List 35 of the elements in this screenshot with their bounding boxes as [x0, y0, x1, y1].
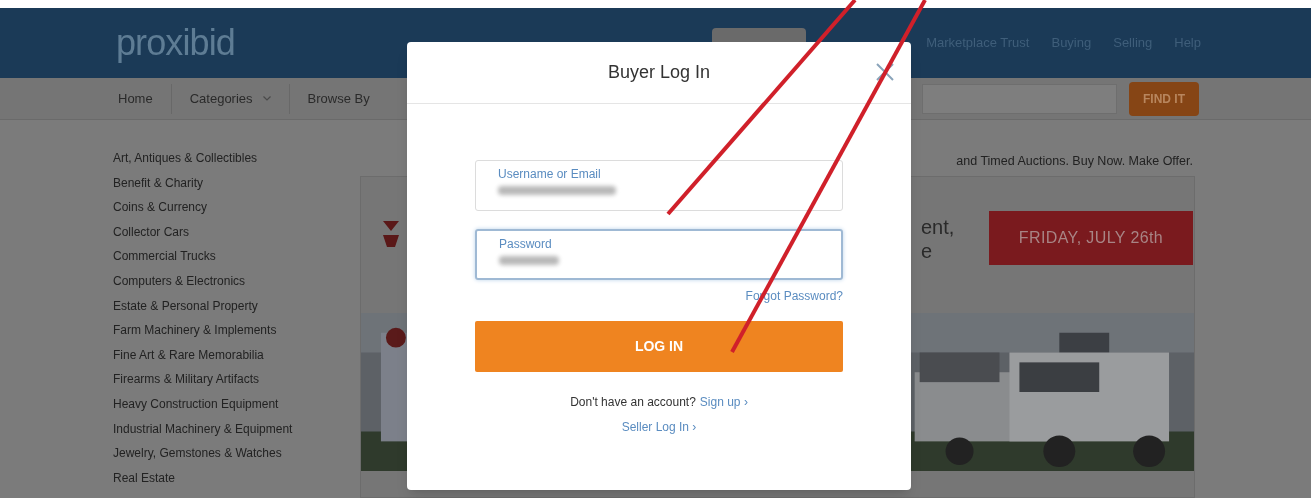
seller-login-link[interactable]: Seller Log In ›	[621, 418, 697, 436]
category-link[interactable]: Collector Cars	[113, 219, 360, 245]
nav-link[interactable]: Categories	[189, 88, 271, 109]
category-link[interactable]: Coins & Currency	[113, 195, 360, 220]
tagline: and Timed Auctions. Buy Now. Make Offer.	[956, 152, 1193, 170]
redacted-value	[499, 256, 559, 265]
headline-text: ent,	[921, 215, 956, 239]
login-button[interactable]: LOG IN	[475, 321, 843, 372]
caret-icon	[262, 96, 271, 101]
category-link[interactable]: Art, Antiques & Collectibles	[113, 146, 360, 171]
signup-link[interactable]: Sign up ›	[699, 393, 748, 411]
field-label: Password	[499, 237, 553, 251]
category-link[interactable]: Computers & Electronics	[113, 268, 360, 294]
input-field[interactable]: Password	[475, 229, 843, 280]
category-link[interactable]: Industrial Machinery & Equipment	[113, 416, 360, 442]
nav-link[interactable]: Home	[118, 88, 153, 109]
signup-prompt: Don't have an account?	[570, 394, 696, 411]
find-button[interactable]: FIND IT	[1129, 81, 1199, 116]
close-icon[interactable]	[875, 62, 895, 82]
category-link[interactable]: Farm Machinery & Implements	[113, 318, 360, 343]
category-link[interactable]: Firearms & Military Artifacts	[113, 367, 360, 392]
date-badge: FRIDAY, JULY 26th	[989, 211, 1193, 265]
headline-text: e	[921, 239, 934, 263]
category-link[interactable]: Fine Art & Rare Memorabilia	[113, 342, 360, 368]
dialog-title: Buyer Log In	[607, 61, 711, 84]
category-link[interactable]: Estate & Personal Property	[113, 293, 360, 319]
category-link[interactable]: Jewelry, Gemstones & Watches	[113, 441, 360, 466]
category-link[interactable]: Heavy Construction Equipment	[113, 391, 360, 417]
category-link[interactable]: Real Estate	[113, 465, 360, 491]
category-link[interactable]: Benefit & Charity	[113, 170, 360, 196]
logo[interactable]: proxibid	[116, 16, 235, 70]
field-label: Username or Email	[498, 167, 602, 181]
nav-link[interactable]: Browse By	[307, 88, 370, 109]
input-field[interactable]: Username or Email	[475, 160, 843, 211]
category-link[interactable]: Commercial Trucks	[113, 244, 360, 269]
